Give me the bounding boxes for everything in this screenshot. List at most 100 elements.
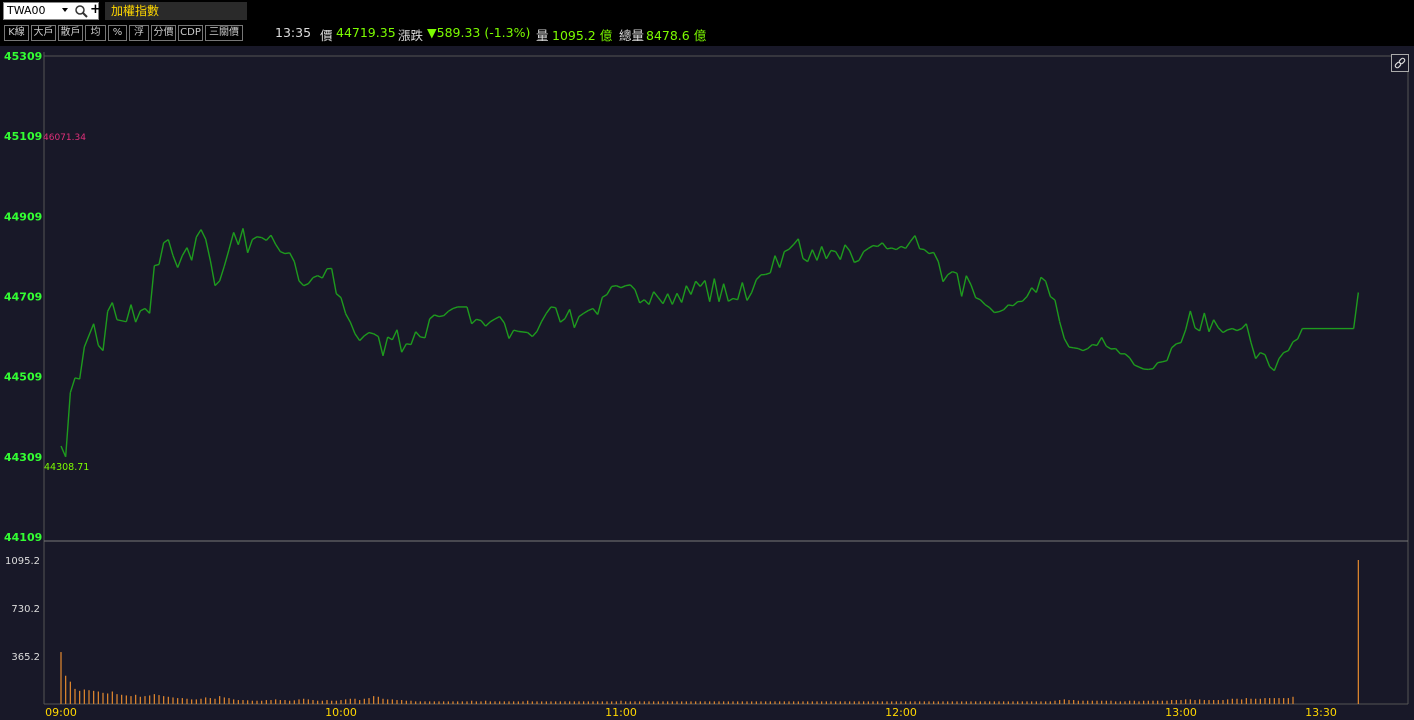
price-line-segment xyxy=(391,329,398,341)
price-line-segment xyxy=(611,284,617,288)
price-line-segment xyxy=(1063,338,1070,348)
price-line-segment xyxy=(312,275,318,279)
link-button[interactable] xyxy=(1391,54,1409,72)
price-line-segment xyxy=(284,252,290,255)
price-line-segment xyxy=(736,282,744,300)
price-line-segment xyxy=(69,377,76,393)
add-icon[interactable]: + xyxy=(90,2,101,17)
volume-value: 1095.2 億 xyxy=(552,28,613,43)
price-line-segment xyxy=(858,251,865,261)
price-line-segment xyxy=(541,312,547,322)
price-line-segment xyxy=(359,335,365,342)
price-line-segment xyxy=(1297,328,1303,340)
price-line-segment xyxy=(555,307,561,323)
price-line-segment xyxy=(280,250,286,255)
price-line-segment xyxy=(200,229,207,240)
price-line-segment xyxy=(811,249,818,261)
price-line-segment xyxy=(1194,327,1201,332)
price-line-segment xyxy=(1198,312,1206,332)
price-line-segment xyxy=(1101,337,1107,347)
price-line-segment xyxy=(354,333,361,341)
price-line-segment xyxy=(905,241,911,249)
price-value: 44719.35 xyxy=(336,25,396,40)
price-line-segment xyxy=(1105,345,1112,350)
price-line-segment xyxy=(970,284,977,298)
price-line-segment xyxy=(877,242,883,247)
price-line-segment xyxy=(144,308,151,314)
price-line-segment xyxy=(330,268,338,294)
float-button[interactable]: 浮 xyxy=(129,25,149,41)
price-line-segment xyxy=(1026,287,1033,297)
chart-canvas[interactable]: 45309 45109 44909 44709 44509 44309 44109 1095.… xyxy=(0,46,1414,720)
price-line-segment xyxy=(639,299,645,304)
price-line-segment xyxy=(406,343,412,346)
retail-button[interactable]: 散戶 xyxy=(58,25,83,41)
price-line-segment xyxy=(1035,277,1042,293)
price-line-segment xyxy=(270,234,277,245)
price-line-segment xyxy=(204,239,212,261)
price-line-segment xyxy=(172,255,179,268)
price-line-segment xyxy=(578,312,585,318)
price-line-segment xyxy=(629,284,636,291)
price-line-segment xyxy=(503,322,510,339)
price-line-segment xyxy=(434,314,440,318)
time-tick-label: 13:00 xyxy=(1165,706,1197,719)
price-line-segment xyxy=(947,271,953,276)
price-line-segment xyxy=(1148,367,1154,371)
price-line-segment xyxy=(345,313,351,323)
price-line-segment xyxy=(1227,327,1233,331)
price-line-segment xyxy=(676,292,683,303)
time-tick-label: 13:30 xyxy=(1305,706,1337,719)
average-button[interactable]: 均 xyxy=(85,25,106,41)
dropdown-arrow-icon[interactable] xyxy=(62,8,68,12)
search-icon[interactable] xyxy=(74,4,88,18)
price-line-segment xyxy=(293,261,300,282)
price-line-segment xyxy=(1162,359,1168,363)
time-tick-label: 12:00 xyxy=(885,706,917,719)
price-line-segment xyxy=(1129,357,1135,366)
price-label: 價 xyxy=(320,28,333,43)
symbol-input[interactable]: TWA00 xyxy=(7,4,59,17)
price-line-segment xyxy=(508,329,515,339)
time-tick-label: 11:00 xyxy=(605,706,637,719)
price-line-segment xyxy=(335,293,342,299)
price-line-segment xyxy=(377,336,384,356)
price-line-segment xyxy=(92,323,100,346)
price-line-segment xyxy=(900,245,906,250)
price-line-segment xyxy=(952,270,958,274)
price-line-segment xyxy=(78,346,86,380)
kline-button[interactable]: K線 xyxy=(4,25,29,41)
percent-button[interactable]: % xyxy=(108,25,127,41)
price-line-segment xyxy=(1283,349,1289,354)
price-line-segment xyxy=(979,299,986,306)
price-line-segment xyxy=(1044,281,1052,297)
price-line-segment xyxy=(1115,348,1121,355)
price-line-segment xyxy=(765,272,771,276)
price-line-segment xyxy=(1124,353,1131,359)
price-line-segment xyxy=(956,273,963,297)
price-line-segment xyxy=(1166,347,1173,361)
cdp-button[interactable]: CDP xyxy=(178,25,203,41)
three-level-price-button[interactable]: 三關價 xyxy=(205,25,243,41)
price-line-segment xyxy=(1213,319,1219,329)
price-line-segment xyxy=(778,251,786,268)
price-line-segment xyxy=(895,245,902,251)
intraday-chart[interactable]: 45309 45109 44909 44709 44509 44309 44109 1095.… xyxy=(0,46,1414,720)
price-line-segment xyxy=(102,311,109,351)
price-line-segment xyxy=(317,275,323,279)
price-distribution-button[interactable]: 分價 xyxy=(151,25,176,41)
price-line-segment xyxy=(1031,287,1037,293)
price-line-segment xyxy=(751,279,757,293)
price-line-segment xyxy=(140,307,146,312)
price-line-segment xyxy=(1241,323,1247,330)
big-holders-button[interactable]: 大戶 xyxy=(31,25,56,41)
total-volume-label: 總量 xyxy=(619,28,645,43)
price-line-segment xyxy=(1096,337,1103,346)
price-line-segment xyxy=(769,255,776,274)
price-line-segment xyxy=(788,243,795,250)
price-line-segment xyxy=(1217,327,1224,334)
price-line-segment xyxy=(447,307,454,312)
price-line-segment xyxy=(588,307,594,312)
price-line-segment xyxy=(998,309,1004,313)
symbol-search-box[interactable]: TWA00 + xyxy=(3,2,101,20)
